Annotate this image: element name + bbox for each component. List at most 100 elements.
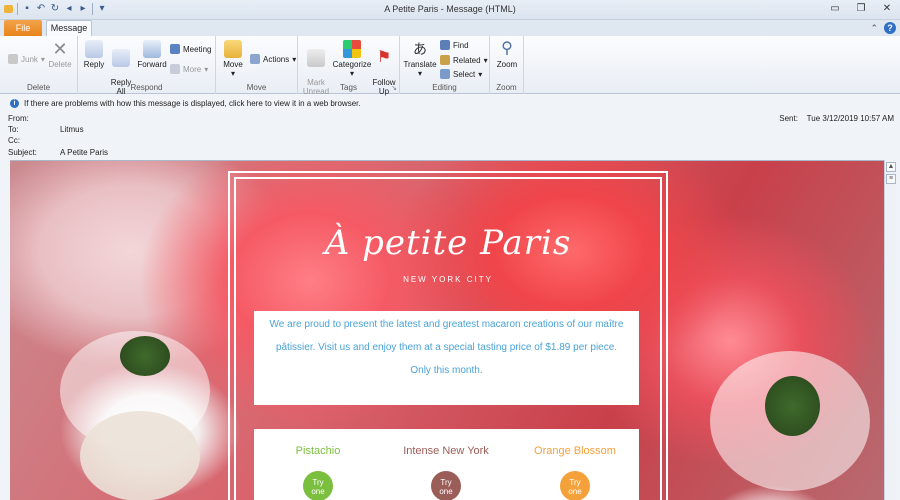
- close-icon[interactable]: ✕: [882, 3, 892, 14]
- move-folder-icon: [224, 40, 242, 58]
- flower-center-decoration: [120, 336, 170, 376]
- group-zoom: ⚲ Zoom Zoom: [490, 36, 524, 94]
- email-body[interactable]: À petite Paris NEW YORK CITY We are prou…: [10, 160, 884, 500]
- dropdown-arrow-icon: ▾: [417, 69, 422, 78]
- product-name-orange-blossom: Orange Blossom: [534, 445, 616, 457]
- ribbon-tabs: File Message ⌃ ?: [0, 20, 900, 36]
- reply-all-icon: [112, 49, 130, 67]
- tags-dialog-launcher-icon[interactable]: ↘: [391, 84, 397, 92]
- from-label: From:: [8, 114, 29, 123]
- delete-icon: ✕: [52, 39, 68, 59]
- tab-file[interactable]: File: [4, 20, 42, 36]
- meeting-label: Meeting: [183, 44, 212, 54]
- to-label: To:: [8, 125, 19, 134]
- info-bar[interactable]: i If there are problems with how this me…: [0, 96, 900, 111]
- forward-button[interactable]: Forward: [136, 40, 168, 69]
- actions-icon: [250, 54, 260, 64]
- flower-center-decoration: [765, 376, 820, 436]
- product-name-pistachio: Pistachio: [295, 445, 341, 457]
- more-label: More: [183, 64, 202, 74]
- info-bar-text[interactable]: If there are problems with how this mess…: [24, 99, 361, 108]
- message-header: From: To: Litmus Cc: Subject: A Petite P…: [0, 112, 900, 158]
- dropdown-arrow-icon: ▾: [349, 69, 354, 78]
- select-icon: [440, 69, 450, 79]
- group-label-move: Move: [246, 83, 267, 92]
- dropdown-arrow-icon: ▾: [230, 69, 235, 78]
- dropdown-arrow-icon: ▾: [40, 54, 45, 64]
- junk-icon: [8, 54, 18, 64]
- window-controls: ▭ ❐ ✕: [830, 3, 892, 14]
- info-icon: i: [10, 99, 19, 108]
- related-button[interactable]: Related ▾: [440, 55, 488, 65]
- try-one-button-intense-new-york[interactable]: Try one: [431, 471, 461, 500]
- more-icon: [170, 64, 180, 74]
- meeting-button[interactable]: Meeting: [170, 44, 211, 54]
- restore-icon[interactable]: ❐: [856, 3, 866, 14]
- product-name-intense-new-york: Intense New York: [403, 445, 489, 457]
- vertical-scrollbar[interactable]: ▲ ≡: [884, 160, 896, 500]
- minimize-icon[interactable]: ▭: [830, 3, 840, 14]
- scroll-up-arrow-icon[interactable]: ▲: [886, 162, 896, 172]
- find-label: Find: [453, 40, 469, 50]
- group-editing: あ Translate ▾ Find Related ▾ Select ▾ Edit…: [400, 36, 490, 94]
- related-icon: [440, 55, 450, 65]
- dropdown-arrow-icon: ▾: [292, 54, 297, 64]
- brand-logo[interactable]: À petite Paris: [234, 223, 662, 263]
- forward-icon: [143, 40, 161, 58]
- meeting-icon: [170, 44, 180, 54]
- scroll-thumb[interactable]: ≡: [886, 174, 896, 184]
- zoom-label: Zoom: [496, 60, 518, 69]
- products-panel: Pistachio Intense New York Orange Blosso…: [254, 429, 639, 500]
- find-icon: [440, 40, 450, 50]
- intro-text: We are proud to present the latest and g…: [254, 311, 639, 405]
- dropdown-arrow-icon: ▾: [204, 64, 209, 74]
- try-one-button-pistachio[interactable]: Try one: [303, 471, 333, 500]
- delete-button[interactable]: ✕ Delete: [46, 40, 74, 69]
- actions-button[interactable]: Actions ▾: [250, 54, 296, 64]
- mark-unread-icon: [307, 49, 325, 67]
- group-label-zoom: Zoom: [496, 83, 517, 92]
- find-button[interactable]: Find: [440, 40, 469, 50]
- subject-label: Subject:: [8, 148, 37, 157]
- help-icon[interactable]: ?: [884, 22, 896, 34]
- translate-icon: あ: [413, 41, 427, 57]
- junk-button[interactable]: Junk ▾: [8, 54, 45, 64]
- zoom-button[interactable]: ⚲ Zoom: [493, 40, 521, 69]
- dropdown-arrow-icon: ▾: [483, 55, 488, 65]
- categorize-label: Categorize: [332, 60, 372, 69]
- reply-icon: [85, 40, 103, 58]
- more-respond-button[interactable]: More ▾: [170, 64, 208, 74]
- move-button[interactable]: Move ▾: [220, 40, 246, 78]
- window-title: A Petite Paris - Message (HTML): [384, 4, 516, 14]
- magnifier-icon: ⚲: [501, 40, 513, 57]
- delete-label: Delete: [48, 60, 72, 69]
- actions-label: Actions: [263, 54, 290, 64]
- brand-subtitle: NEW YORK CITY: [403, 275, 493, 284]
- categorize-button[interactable]: Categorize ▾: [332, 40, 372, 78]
- sent-label: Sent:: [779, 114, 798, 123]
- translate-label: Translate: [403, 60, 437, 69]
- translate-button[interactable]: あ Translate ▾: [402, 40, 438, 78]
- tab-message[interactable]: Message: [46, 20, 92, 36]
- minimize-ribbon-icon[interactable]: ⌃: [870, 23, 878, 34]
- group-label-editing: Editing: [432, 83, 457, 92]
- categorize-icon: [343, 40, 361, 58]
- sent-value: Tue 3/12/2019 10:57 AM: [806, 114, 894, 123]
- group-tags: Mark Unread Categorize ▾ ⚑ Follow Up Tag…: [298, 36, 400, 96]
- flag-icon: ⚑: [376, 49, 392, 66]
- tabs-right-controls: ⌃ ?: [870, 22, 896, 34]
- select-label: Select: [453, 69, 476, 79]
- group-label-respond: Respond: [130, 83, 163, 92]
- subject-value: A Petite Paris: [60, 148, 109, 157]
- select-button[interactable]: Select ▾: [440, 69, 482, 79]
- cc-label: Cc:: [8, 136, 20, 145]
- reply-button[interactable]: Reply: [82, 40, 106, 69]
- junk-label: Junk: [21, 54, 38, 64]
- try-one-button-orange-blossom[interactable]: Try one: [560, 471, 590, 500]
- to-value[interactable]: Litmus: [60, 125, 84, 134]
- group-delete: Junk ▾ ✕ Delete Delete: [0, 36, 78, 94]
- group-respond: Reply Reply All Forward Meeting More ▾ Re…: [78, 36, 216, 96]
- forward-label: Forward: [137, 60, 167, 69]
- reply-label: Reply: [83, 60, 105, 69]
- macaron-decoration: [80, 411, 200, 500]
